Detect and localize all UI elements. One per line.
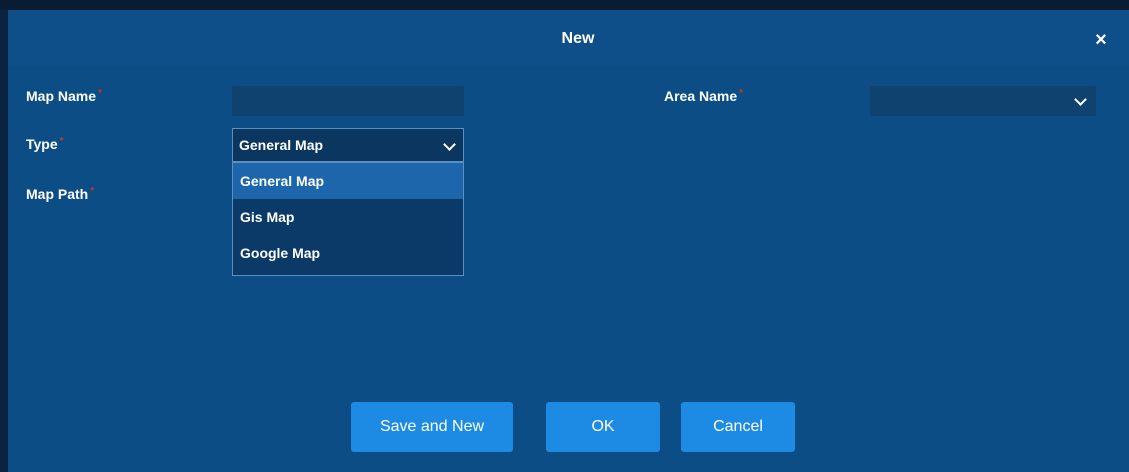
close-icon[interactable]: × <box>1090 29 1112 51</box>
ok-button[interactable]: OK <box>546 402 660 452</box>
type-option-label: General Map <box>240 173 325 189</box>
map-path-label: Map Path * <box>26 186 94 202</box>
dialog-titlebar: New × <box>8 10 1129 66</box>
chevron-down-icon <box>443 138 456 151</box>
chevron-down-icon <box>1074 93 1087 106</box>
map-path-label-text: Map Path <box>26 186 89 202</box>
type-dropdown-list: General Map Gis Map Google Map <box>232 162 464 276</box>
map-name-label-text: Map Name <box>26 88 97 104</box>
map-name-input[interactable] <box>232 86 464 116</box>
type-option-google-map[interactable]: Google Map <box>233 235 463 271</box>
required-marker: * <box>59 136 64 147</box>
required-marker: * <box>98 88 102 99</box>
background-strip <box>0 0 1129 10</box>
new-map-dialog: New × Map Name * Area Name * Type * General… <box>8 10 1129 472</box>
type-option-label: Gis Map <box>240 209 295 225</box>
cancel-button[interactable]: Cancel <box>681 402 795 452</box>
type-option-general-map[interactable]: General Map <box>233 163 463 199</box>
save-and-new-button[interactable]: Save and New <box>351 402 513 452</box>
type-selected-value: General Map <box>239 137 324 153</box>
type-label-text: Type <box>26 136 58 152</box>
type-select[interactable]: General Map <box>232 128 464 162</box>
area-name-select[interactable] <box>870 86 1096 116</box>
type-label: Type * <box>26 136 64 152</box>
type-option-gis-map[interactable]: Gis Map <box>233 199 463 235</box>
required-marker: * <box>739 88 744 99</box>
map-name-label: Map Name * <box>26 88 102 104</box>
area-name-label: Area Name * <box>664 88 743 104</box>
area-name-label-text: Area Name <box>664 88 738 104</box>
background-edge <box>0 10 8 472</box>
type-option-label: Google Map <box>240 245 321 261</box>
required-marker: * <box>90 186 95 197</box>
dialog-title: New <box>561 30 595 47</box>
